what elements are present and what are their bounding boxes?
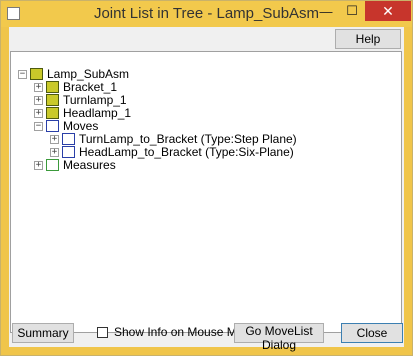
expand-icon[interactable]: + [34,160,43,170]
joint-icon [62,133,75,145]
tree-node-joint-headlamp[interactable]: + HeadLamp_to_Bracket (Type:Six-Plane) [50,145,294,159]
close-button[interactable]: Close [341,323,403,343]
summary-button[interactable]: Summary [12,323,74,343]
expand-icon[interactable]: + [34,95,43,105]
expand-icon[interactable]: + [50,147,59,157]
expand-icon[interactable]: + [34,82,43,92]
tree-node-headlamp[interactable]: + Headlamp_1 [34,106,131,120]
tree-node-label: Headlamp_1 [63,106,132,120]
go-movelist-dialog-button[interactable]: Go MoveList Dialog [234,323,324,352]
tree-node-label: HeadLamp_to_Bracket (Type:Six-Plane) [79,145,294,159]
joint-list-window: Joint List in Tree - Lamp_SubAsm — ☐ ✕ H… [0,0,413,356]
part-icon [46,94,59,106]
part-icon [30,68,43,80]
joint-icon [62,146,75,158]
tree-node-label: Turnlamp_1 [63,93,127,107]
tree-node-joint-turnlamp[interactable]: + TurnLamp_to_Bracket (Type:Step Plane) [50,132,297,146]
minimize-button[interactable]: — [313,1,339,21]
moves-icon [46,120,59,132]
measures-icon [46,159,59,171]
tree-node-turnlamp[interactable]: + Turnlamp_1 [34,93,127,107]
title-bar[interactable]: Joint List in Tree - Lamp_SubAsm — ☐ ✕ [1,1,412,27]
show-info-checkbox[interactable] [97,326,108,338]
tree-node-label: Bracket_1 [63,80,118,94]
part-icon [46,81,59,93]
dialog-client-area: Help − Lamp_SubAsm + Bracket_1 + Turnlam… [9,27,404,352]
part-icon [46,107,59,119]
show-info-option[interactable]: Show Info on Mouse Move [97,325,256,339]
tree-node-moves[interactable]: − Moves [34,119,98,133]
tree-node-label: Measures [63,158,116,172]
help-button[interactable]: Help [335,29,401,49]
tree-node-bracket[interactable]: + Bracket_1 [34,80,117,94]
maximize-button[interactable]: ☐ [339,1,365,21]
collapse-icon[interactable]: − [18,69,27,79]
collapse-icon[interactable]: − [34,121,43,131]
tree-node-label: Moves [63,119,99,133]
tree-node-measures[interactable]: + Measures [34,158,116,172]
close-window-button[interactable]: ✕ [365,1,411,21]
tree-node-root[interactable]: − Lamp_SubAsm [18,67,129,81]
tree-node-label: TurnLamp_to_Bracket (Type:Step Plane) [79,132,297,146]
joint-tree-view[interactable]: − Lamp_SubAsm + Bracket_1 + Turnlamp_1 +… [10,51,402,333]
tree-node-label: Lamp_SubAsm [47,67,130,81]
expand-icon[interactable]: + [34,108,43,118]
expand-icon[interactable]: + [50,134,59,144]
